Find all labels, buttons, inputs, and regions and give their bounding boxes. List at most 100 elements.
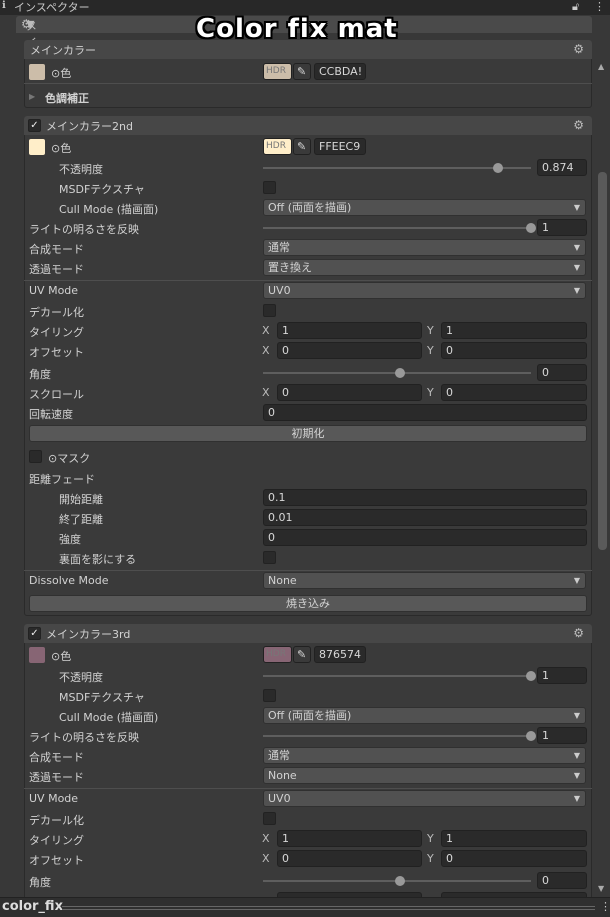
hdr-color-field[interactable]: HDR [263, 138, 292, 155]
value-input[interactable]: 0 [263, 529, 587, 546]
property-label: Cull Mode (描画面) [59, 203, 159, 216]
slider-value-input[interactable]: 1 [537, 727, 587, 744]
x-label: X [262, 344, 270, 357]
gear-icon[interactable]: ⚙ [573, 42, 584, 56]
property-label: 合成モード [29, 243, 84, 256]
x-input[interactable]: 0 [277, 342, 422, 359]
expand-arrow-icon[interactable]: ▶ [29, 92, 35, 101]
dropdown[interactable]: Off (両面を描画) ▼ [263, 707, 586, 724]
dropdown-value: UV0 [268, 792, 291, 805]
y-input[interactable]: 1 [441, 322, 587, 339]
x-label: X [262, 832, 270, 845]
dropdown-value: Off (両面を描画) [268, 709, 352, 722]
scroll-down-icon[interactable]: ▼ [598, 884, 604, 893]
y-label: Y [427, 832, 434, 845]
gear-icon[interactable]: ⚙ [573, 118, 584, 132]
color-swatch-preview[interactable] [29, 647, 45, 663]
mask-checkbox[interactable] [29, 450, 42, 463]
section-enable-checkbox[interactable]: ✓ [28, 119, 41, 132]
property-label: 不透明度 [59, 163, 103, 176]
slider-knob[interactable] [492, 163, 503, 173]
inspector-title[interactable]: インスペクター [14, 0, 90, 15]
color-swatch-preview[interactable] [29, 64, 45, 80]
scroll-up-icon[interactable]: ▲ [598, 62, 604, 71]
lock-icon[interactable]: 🔓︎ [572, 0, 579, 14]
chevron-down-icon: ▼ [573, 711, 580, 720]
x-input[interactable]: 1 [277, 830, 422, 847]
slider-value-input[interactable]: 1 [537, 667, 587, 684]
hdr-color-field[interactable]: HDR [263, 63, 292, 80]
dropdown[interactable]: UV0 ▼ [263, 282, 586, 299]
x-input[interactable]: 1 [277, 322, 422, 339]
eyedropper-icon[interactable]: ✎ [293, 138, 311, 155]
slider-knob[interactable] [526, 731, 536, 741]
property-row: 焼き込み [24, 594, 592, 614]
property-row: 合成モード 通常 ▼ [24, 746, 592, 766]
slider-knob[interactable] [526, 671, 536, 681]
scrollbar-thumb[interactable] [598, 172, 607, 550]
slider-value-input[interactable]: 0 [537, 872, 587, 889]
property-row: スクロール X 0 Y 0 [24, 383, 592, 403]
slider-knob[interactable] [394, 876, 405, 886]
property-row: タイリング X 1 Y 1 [24, 321, 592, 341]
gear-icon[interactable]: ⚙ [573, 626, 584, 640]
y-input[interactable]: 1 [441, 830, 587, 847]
hex-input[interactable]: 876574 [314, 646, 366, 663]
slider-knob[interactable] [394, 368, 405, 378]
hdr-color-field[interactable]: HDR [263, 646, 292, 663]
dropdown[interactable]: None ▼ [263, 767, 586, 784]
section-enable-checkbox[interactable]: ✓ [28, 627, 41, 640]
chevron-down-icon: ▼ [573, 751, 580, 760]
dropdown[interactable]: None ▼ [263, 572, 586, 589]
foldout-label[interactable]: 色調補正 [45, 90, 89, 106]
section-header[interactable]: ✓ メインカラー2nd ⚙ [24, 116, 592, 135]
y-input[interactable]: 0 [441, 384, 587, 401]
dropdown[interactable]: 通常 ▼ [263, 747, 586, 764]
preview-bar[interactable]: color_fix ⋮ [0, 897, 610, 917]
dropdown[interactable]: Off (両面を描画) ▼ [263, 199, 586, 216]
bake-button[interactable]: 焼き込み [29, 595, 587, 612]
x-input[interactable]: 0 [277, 850, 422, 867]
slider-value-input[interactable]: 1 [537, 219, 587, 236]
checkbox[interactable] [263, 551, 276, 564]
dropdown[interactable]: 通常 ▼ [263, 239, 586, 256]
color-swatch-preview[interactable] [29, 139, 45, 155]
property-label: 強度 [59, 533, 81, 546]
hex-input[interactable]: FFEEC9 [314, 138, 366, 155]
property-row: オフセット X 0 Y 0 [24, 849, 592, 869]
slider-track[interactable] [263, 227, 531, 229]
property-label: 角度 [29, 368, 51, 381]
slider-knob[interactable] [526, 223, 536, 233]
property-row: ⊙色 HDR ✎ FFEEC9 [24, 137, 592, 157]
y-input[interactable]: 0 [441, 850, 587, 867]
checkbox[interactable] [263, 689, 276, 702]
dropdown-value: 置き換え [268, 261, 312, 274]
property-label: スクロール [29, 388, 84, 401]
more-menu-icon[interactable]: ⋮ [594, 0, 605, 13]
drag-handle[interactable] [62, 906, 595, 910]
slider-value-input[interactable]: 0 [537, 364, 587, 381]
value-input[interactable]: 0.01 [263, 509, 587, 526]
chevron-down-icon: ▼ [573, 771, 580, 780]
checkbox[interactable] [263, 304, 276, 317]
dropdown[interactable]: 置き換え ▼ [263, 259, 586, 276]
hex-input[interactable]: CCBDA! [314, 63, 366, 80]
more-menu-icon[interactable]: ⋮ [600, 900, 610, 913]
slider-track[interactable] [263, 735, 531, 737]
checkbox[interactable] [263, 812, 276, 825]
reset-button[interactable]: 初期化 [29, 425, 587, 442]
slider-value-input[interactable]: 0.874 [537, 159, 587, 176]
dropdown-value: UV0 [268, 284, 291, 297]
checkbox[interactable] [263, 181, 276, 194]
slider-track[interactable] [263, 675, 531, 677]
section-header[interactable]: ✓ メインカラー3rd ⚙ [24, 624, 592, 643]
dropdown[interactable]: UV0 ▼ [263, 790, 586, 807]
y-input[interactable]: 0 [441, 342, 587, 359]
slider-track[interactable] [263, 167, 531, 169]
value-input[interactable]: 0.1 [263, 489, 587, 506]
x-input[interactable]: 0 [277, 384, 422, 401]
eyedropper-icon[interactable]: ✎ [293, 646, 311, 663]
eyedropper-icon[interactable]: ✎ [293, 63, 311, 80]
property-row: オフセット X 0 Y 0 [24, 341, 592, 361]
value-input[interactable]: 0 [263, 404, 587, 421]
